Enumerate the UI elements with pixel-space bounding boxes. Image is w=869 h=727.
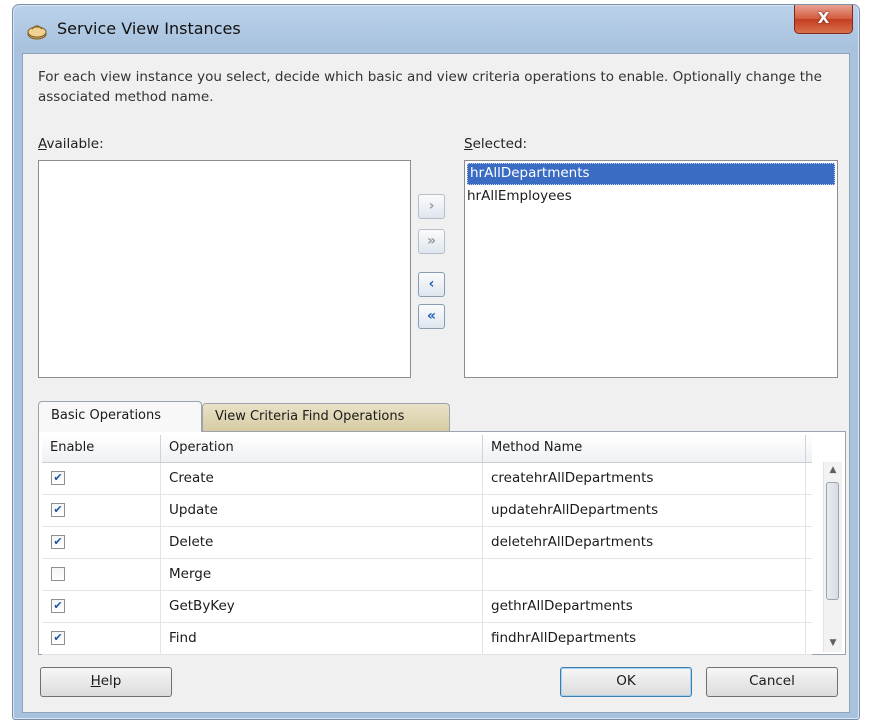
list-item[interactable]: hrAllDepartments xyxy=(467,163,835,185)
enable-checkbox[interactable]: ✔ xyxy=(51,471,65,485)
move-left-button[interactable]: ‹ xyxy=(418,272,445,297)
ok-button[interactable]: OK xyxy=(560,667,692,697)
enable-checkbox[interactable]: ✔ xyxy=(51,631,65,645)
method-name-cell[interactable]: createhrAllDepartments xyxy=(483,463,806,494)
method-name-cell[interactable]: updatehrAllDepartments xyxy=(483,495,806,526)
double-chevron-left-icon: « xyxy=(426,308,437,324)
enable-cell: ✔ xyxy=(42,623,161,654)
table-row[interactable]: ✔ Update updatehrAllDepartments xyxy=(42,495,812,527)
operation-cell: Delete xyxy=(161,527,483,558)
cancel-button[interactable]: Cancel xyxy=(706,667,838,697)
table-row[interactable]: ✔ Find findhrAllDepartments xyxy=(42,623,812,655)
operation-cell: Update xyxy=(161,495,483,526)
table-row[interactable]: ✔ GetByKey gethrAllDepartments xyxy=(42,591,812,623)
selected-label: Selected: xyxy=(464,136,528,152)
table-row[interactable]: Merge xyxy=(42,559,812,591)
column-header-operation[interactable]: Operation xyxy=(161,435,483,462)
scroll-down-icon[interactable]: ▼ xyxy=(824,635,842,652)
operation-cell: Merge xyxy=(161,559,483,590)
operations-table: Enable Operation Method Name ✔ Create cr… xyxy=(38,431,846,655)
enable-checkbox[interactable]: ✔ xyxy=(51,503,65,517)
close-icon: X xyxy=(817,9,830,27)
method-name-cell[interactable] xyxy=(483,559,806,590)
operation-cell: GetByKey xyxy=(161,591,483,622)
available-list[interactable] xyxy=(38,160,411,378)
enable-cell: ✔ xyxy=(42,527,161,558)
method-name-cell[interactable]: findhrAllDepartments xyxy=(483,623,806,654)
enable-checkbox[interactable]: ✔ xyxy=(51,599,65,613)
selected-list[interactable]: hrAllDepartments hrAllEmployees xyxy=(464,160,838,378)
list-item[interactable]: hrAllEmployees xyxy=(465,185,837,209)
scrollbar-thumb[interactable] xyxy=(826,482,839,600)
table-row[interactable]: ✔ Create createhrAllDepartments xyxy=(42,463,812,495)
title-bar[interactable]: Service View Instances X xyxy=(13,5,859,53)
move-all-right-button[interactable]: » xyxy=(418,229,445,254)
enable-cell: ✔ xyxy=(42,495,161,526)
column-header-method-name[interactable]: Method Name xyxy=(483,435,806,462)
available-label: Available: xyxy=(38,136,104,152)
operation-cell: Find xyxy=(161,623,483,654)
enable-checkbox[interactable] xyxy=(51,567,65,581)
method-name-cell[interactable]: deletehrAllDepartments xyxy=(483,527,806,558)
window-title: Service View Instances xyxy=(57,19,241,38)
move-all-left-button[interactable]: « xyxy=(418,304,445,329)
dialog-app-icon xyxy=(27,25,47,40)
double-chevron-right-icon: » xyxy=(426,233,437,249)
table-scrollbar[interactable]: ▲ ▼ xyxy=(823,462,842,652)
enable-checkbox[interactable]: ✔ xyxy=(51,535,65,549)
table-row[interactable]: ✔ Delete deletehrAllDepartments xyxy=(42,527,812,559)
table-header: Enable Operation Method Name xyxy=(42,435,812,463)
tab-basic-operations[interactable]: Basic Operations xyxy=(38,401,202,432)
enable-cell xyxy=(42,559,161,590)
instructions-text: For each view instance you select, decid… xyxy=(38,69,822,105)
help-button[interactable]: Help xyxy=(40,667,172,697)
column-header-enable[interactable]: Enable xyxy=(42,435,161,462)
dialog-window: Service View Instances X For each view i… xyxy=(12,4,860,720)
method-name-cell[interactable]: gethrAllDepartments xyxy=(483,591,806,622)
tab-view-criteria-find-operations[interactable]: View Criteria Find Operations xyxy=(202,403,450,431)
operation-cell: Create xyxy=(161,463,483,494)
chevron-right-icon: › xyxy=(428,198,435,214)
move-right-button[interactable]: › xyxy=(418,194,445,219)
enable-cell: ✔ xyxy=(42,463,161,494)
chevron-left-icon: ‹ xyxy=(428,276,435,292)
close-button[interactable]: X xyxy=(794,5,853,34)
enable-cell: ✔ xyxy=(42,591,161,622)
dialog-content: For each view instance you select, decid… xyxy=(22,53,850,713)
scroll-up-icon[interactable]: ▲ xyxy=(824,462,842,479)
